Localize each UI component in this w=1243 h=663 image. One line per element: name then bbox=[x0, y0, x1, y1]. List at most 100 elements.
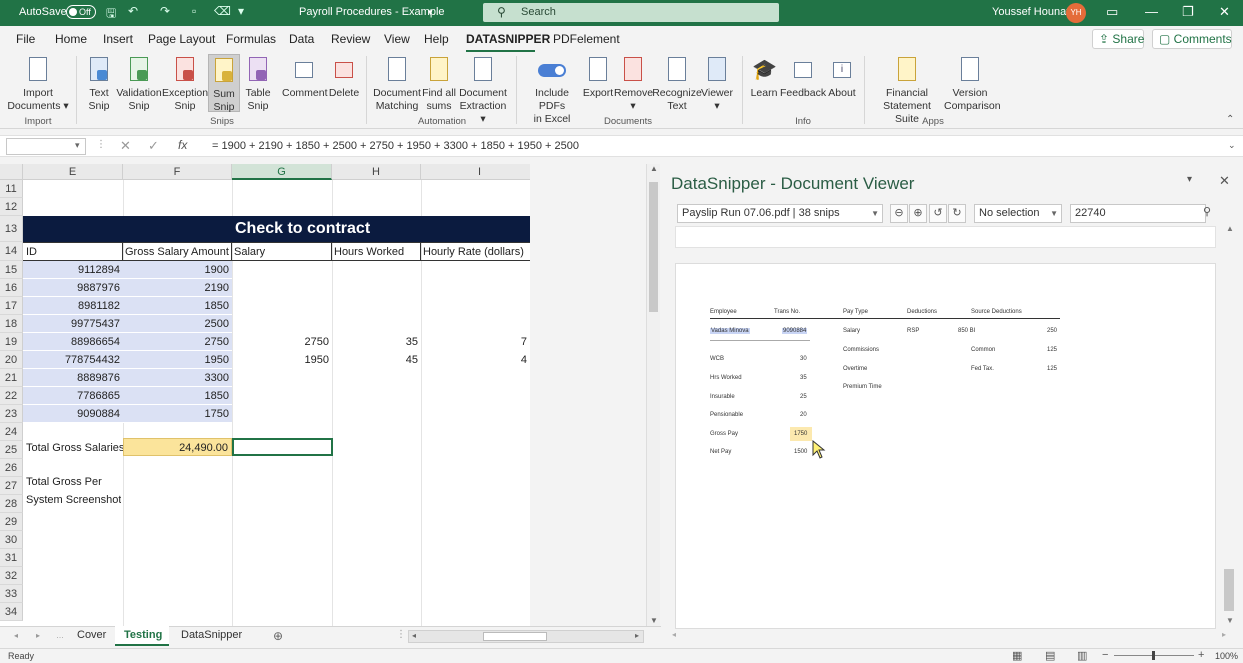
cell-h19[interactable]: 35 bbox=[332, 333, 421, 351]
scroll-thumb[interactable] bbox=[649, 182, 658, 312]
scroll-left-icon[interactable]: ◂ bbox=[412, 631, 416, 640]
cell-id[interactable]: 9090884 bbox=[23, 405, 123, 423]
cell-id[interactable]: 9887976 bbox=[23, 279, 123, 297]
horizontal-scroll-thumb[interactable] bbox=[483, 632, 547, 641]
save-icon[interactable]: 🖫 bbox=[106, 4, 116, 25]
feedback-button[interactable]: Feedback bbox=[780, 54, 826, 100]
tab-help[interactable]: Help bbox=[424, 32, 449, 46]
cell-gross-salary[interactable]: 1900 bbox=[123, 261, 232, 279]
column-header-e[interactable]: E bbox=[23, 164, 123, 180]
sheet-tab-testing[interactable]: Testing bbox=[124, 629, 162, 641]
column-header-i[interactable]: I bbox=[421, 164, 530, 180]
row-header[interactable]: 29 bbox=[0, 513, 23, 531]
about-button[interactable]: i About bbox=[826, 54, 858, 100]
insert-function-icon[interactable]: fx bbox=[178, 138, 187, 152]
row-header[interactable]: 24 bbox=[0, 423, 23, 441]
tab-insert[interactable]: Insert bbox=[103, 32, 133, 46]
row-header[interactable]: 15 bbox=[0, 261, 23, 279]
minimize-icon[interactable]: — bbox=[1145, 4, 1158, 19]
name-box-dropdown-icon[interactable]: ▾ bbox=[75, 140, 80, 151]
active-cell-g25[interactable] bbox=[232, 438, 333, 456]
customize-qat-icon[interactable]: ▾ bbox=[238, 4, 244, 18]
row-header[interactable]: 28 bbox=[0, 495, 23, 513]
enter-icon[interactable]: ✓ bbox=[148, 138, 159, 154]
row-header[interactable]: 16 bbox=[0, 279, 23, 297]
viewer-search-input[interactable]: 22740 bbox=[1070, 204, 1206, 223]
row-header[interactable]: 14 bbox=[0, 242, 23, 261]
delete-button[interactable]: Delete bbox=[327, 54, 361, 100]
cell-g20[interactable]: 1950 bbox=[232, 351, 332, 369]
zoom-in-icon[interactable]: ⊕ bbox=[909, 204, 927, 223]
column-header-h[interactable]: H bbox=[332, 164, 421, 180]
chevron-down-icon[interactable]: ▾ bbox=[428, 7, 433, 18]
row-header[interactable]: 27 bbox=[0, 477, 23, 495]
cell-id[interactable]: 8981182 bbox=[23, 297, 123, 315]
scroll-up-icon[interactable]: ▲ bbox=[650, 164, 658, 173]
row-header[interactable]: 31 bbox=[0, 549, 23, 567]
learn-button[interactable]: 🎓 Learn bbox=[748, 54, 780, 100]
row-header[interactable]: 34 bbox=[0, 603, 23, 621]
horizontal-scrollbar[interactable]: ◂ ▸ bbox=[408, 630, 644, 643]
scroll-right-icon[interactable]: ▸ bbox=[635, 631, 639, 640]
export-button[interactable]: Export bbox=[582, 54, 614, 100]
tab-data[interactable]: Data bbox=[289, 32, 314, 46]
cell-g19[interactable]: 2750 bbox=[232, 333, 332, 351]
viewer-button[interactable]: Viewer ▾ bbox=[700, 54, 734, 113]
page-layout-view-icon[interactable]: ▤ bbox=[1045, 649, 1055, 662]
row-header[interactable]: 30 bbox=[0, 531, 23, 549]
cell-id[interactable]: 8889876 bbox=[23, 369, 123, 387]
add-sheet-icon[interactable]: ⊕ bbox=[273, 629, 283, 643]
viewer-search-icon[interactable]: ⚲ bbox=[1198, 204, 1216, 223]
zoom-level[interactable]: 100% bbox=[1215, 651, 1238, 661]
payslip-page[interactable]: Employee Trans No. Pay Type Deductions S… bbox=[675, 263, 1216, 629]
viewer-bottom-scroll[interactable]: ◂ ▸ bbox=[672, 630, 1232, 640]
normal-view-icon[interactable]: ▦ bbox=[1012, 649, 1022, 662]
select-all-corner[interactable] bbox=[0, 164, 23, 180]
row-header[interactable]: 12 bbox=[0, 198, 23, 216]
tab-review[interactable]: Review bbox=[331, 32, 370, 46]
cell-gross-salary[interactable]: 1850 bbox=[123, 297, 232, 315]
row-header[interactable]: 32 bbox=[0, 567, 23, 585]
sheet-tab-datasnipper[interactable]: DataSnipper bbox=[181, 629, 242, 641]
row-header[interactable]: 20 bbox=[0, 351, 23, 369]
cell-gross-salary[interactable]: 2190 bbox=[123, 279, 232, 297]
scroll-tabs-right-icon[interactable]: ▸ bbox=[36, 631, 40, 640]
redo-icon[interactable]: ↷ bbox=[160, 4, 170, 18]
zoom-in-button[interactable]: + bbox=[1198, 649, 1204, 661]
comments-button[interactable]: ▢ Comments bbox=[1152, 29, 1232, 49]
spreadsheet-grid[interactable]: E F G H I 11 12 13 14 15 16 17 18 19 20 21 22 23 24 25… bbox=[0, 164, 530, 626]
row-header[interactable]: 33 bbox=[0, 585, 23, 603]
column-header-f[interactable]: F bbox=[123, 164, 232, 180]
payslip-trans-no[interactable]: 9090884 bbox=[782, 328, 808, 334]
zoom-out-button[interactable]: − bbox=[1102, 649, 1108, 661]
row-header[interactable]: 19 bbox=[0, 333, 23, 351]
restore-icon[interactable]: ❐ bbox=[1182, 4, 1194, 20]
document-matching-button[interactable]: Document Matching bbox=[372, 54, 422, 113]
row-header[interactable]: 18 bbox=[0, 315, 23, 333]
ribbon-display-icon[interactable]: ▭ bbox=[1106, 4, 1118, 20]
pane-close-icon[interactable]: ✕ bbox=[1219, 173, 1230, 189]
zoom-slider-thumb[interactable] bbox=[1152, 651, 1155, 660]
find-all-sums-button[interactable]: Find all sums bbox=[422, 54, 456, 113]
scroll-tabs-left-icon[interactable]: ◂ bbox=[14, 631, 18, 640]
row-header[interactable]: 26 bbox=[0, 459, 23, 477]
zoom-out-icon[interactable]: ⊖ bbox=[890, 204, 908, 223]
row-header[interactable]: 13 bbox=[0, 216, 23, 242]
cell-h20[interactable]: 45 bbox=[332, 351, 421, 369]
recognize-text-button[interactable]: Recognize Text bbox=[652, 54, 702, 113]
tab-pdfelement[interactable]: PDFelement bbox=[553, 32, 620, 46]
page-break-view-icon[interactable]: ▥ bbox=[1077, 649, 1087, 662]
avatar[interactable]: YH bbox=[1066, 3, 1086, 23]
selection-select[interactable]: No selection ▼ bbox=[974, 204, 1062, 223]
row-header[interactable]: 21 bbox=[0, 369, 23, 387]
pane-options-icon[interactable]: ▾ bbox=[1187, 174, 1192, 185]
sum-snip-button[interactable]: Sum Snip bbox=[208, 54, 240, 113]
cell-gross-salary[interactable]: 2500 bbox=[123, 315, 232, 333]
tab-view[interactable]: View bbox=[384, 32, 410, 46]
viewer-scroll-up-icon[interactable]: ▲ bbox=[1226, 224, 1234, 233]
viewer-scroll-thumb[interactable] bbox=[1224, 569, 1234, 611]
row-header[interactable]: 22 bbox=[0, 387, 23, 405]
cell-id[interactable]: 778754432 bbox=[23, 351, 123, 369]
cell-gross-salary[interactable]: 2750 bbox=[123, 333, 232, 351]
undo-icon[interactable]: ↶ bbox=[128, 4, 138, 18]
